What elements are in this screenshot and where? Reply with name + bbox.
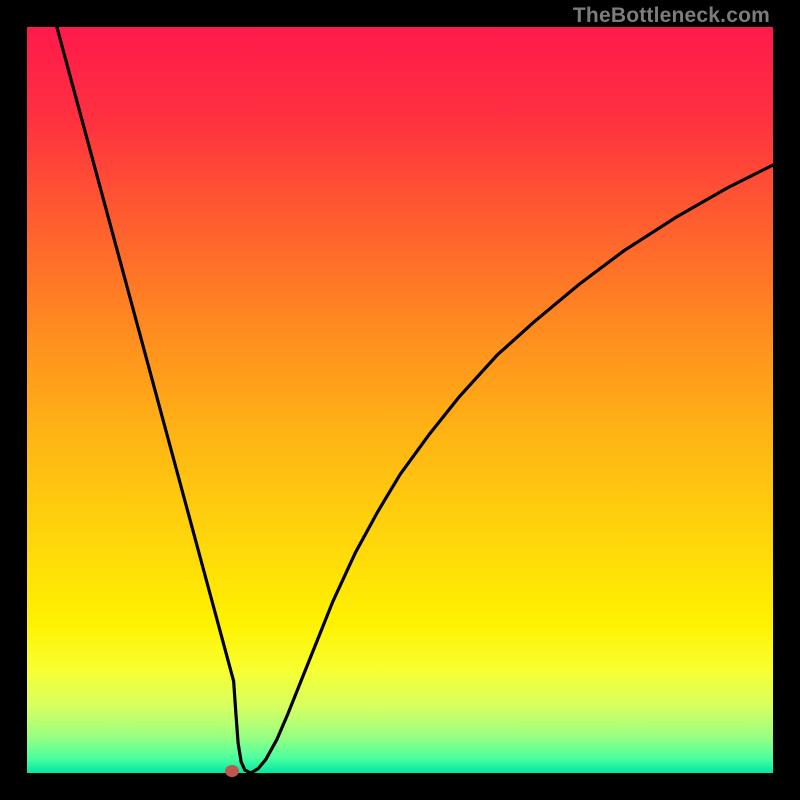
watermark-text: TheBottleneck.com — [573, 4, 770, 28]
chart-background — [27, 27, 773, 773]
chart-frame — [27, 27, 773, 773]
chart-canvas — [27, 27, 773, 773]
optimal-point-marker — [225, 765, 239, 777]
